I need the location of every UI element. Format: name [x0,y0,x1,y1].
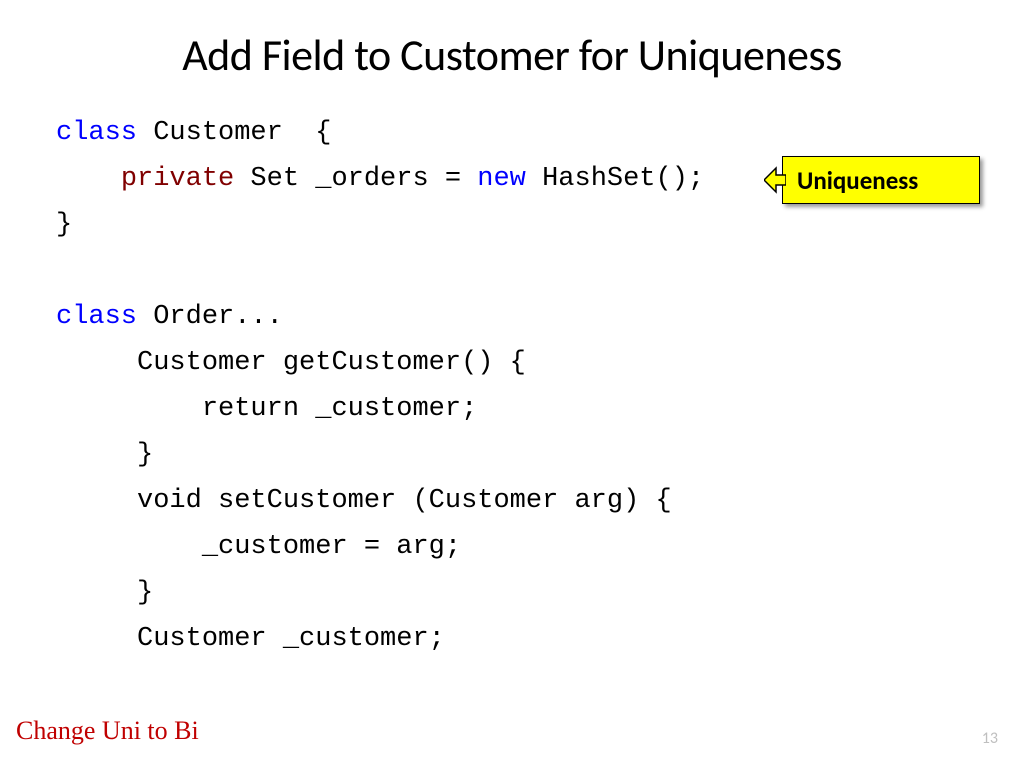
code-text: void setCustomer (Customer arg) { [56,486,672,516]
code-text: return _customer; [56,394,477,424]
uniqueness-callout: Uniqueness [782,156,980,204]
arrow-left-icon [764,166,786,194]
code-text: Order... [137,302,283,332]
code-text: Customer getCustomer() { [56,348,526,378]
callout-label: Uniqueness [797,165,918,196]
code-text: } [56,578,153,608]
code-text: _customer = arg; [56,532,461,562]
slide-title: Add Field to Customer for Uniqueness [0,28,1024,82]
keyword-new: new [477,164,526,194]
footer-note: Change Uni to Bi [16,716,199,746]
keyword-class: class [56,302,137,332]
callout-box: Uniqueness [782,156,980,204]
code-text: Customer _customer; [56,624,445,654]
code-text: HashSet(); [526,164,704,194]
code-text: _orders [315,164,428,194]
page-number: 13 [982,729,998,748]
code-listing: class Customer { private Set _orders = n… [56,110,704,662]
code-text [56,164,121,194]
keyword-private: private [121,164,234,194]
code-text: = [429,164,478,194]
code-text: } [56,440,153,470]
keyword-class: class [56,118,137,148]
code-text: } [56,210,72,240]
code-text: Set [234,164,315,194]
code-text: Customer { [137,118,331,148]
